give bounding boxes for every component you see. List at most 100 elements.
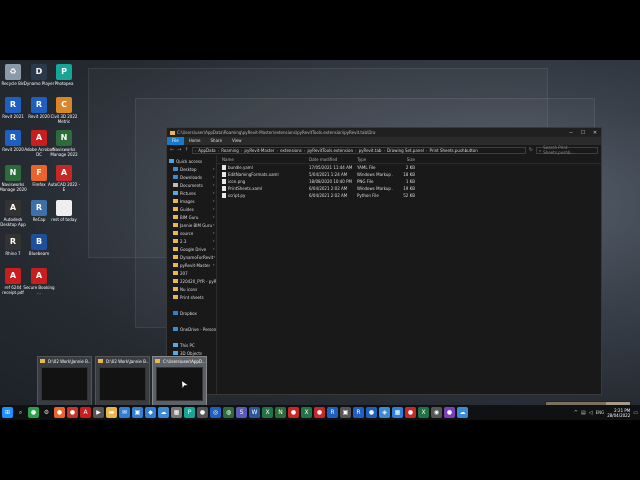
breadcrumb-separator-icon[interactable]: › <box>355 148 357 153</box>
app-icon[interactable]: N <box>275 407 286 418</box>
file-list[interactable]: Name Date modified Type Size bundle.yaml… <box>217 155 601 394</box>
breadcrumb-separator-icon[interactable]: › <box>277 148 279 153</box>
file-explorer-icon[interactable]: ▬ <box>106 407 117 418</box>
nav-item[interactable]: Desktop ✦ <box>167 165 216 173</box>
app-icon[interactable]: ● <box>67 407 78 418</box>
nav-item[interactable]: Downloads ✦ <box>167 173 216 181</box>
app-icon[interactable]: ◍ <box>223 407 234 418</box>
breadcrumb-item[interactable]: AppData <box>198 148 215 153</box>
nav-item[interactable]: 220420_PYR - pyRe <box>167 277 216 285</box>
refresh-icon[interactable]: ↻ <box>529 147 533 153</box>
breadcrumb-item[interactable]: pyRevit.tab <box>359 148 382 153</box>
search-icon[interactable]: ⌕ <box>15 407 26 418</box>
column-name[interactable]: Name <box>217 157 305 162</box>
breadcrumb-item[interactable]: Print Sheets.pushbutton <box>430 148 478 153</box>
file-row[interactable]: EditNamingFormats.xaml 5/04/2021 1:24 AM W… <box>217 171 601 178</box>
app-icon[interactable]: ● <box>405 407 416 418</box>
file-explorer-window[interactable]: C:\Users\user\AppData\Roaming\pyRevit-Ma… <box>166 127 602 395</box>
app-icon[interactable]: R <box>327 407 338 418</box>
nav-item[interactable]: Pictures ✦ <box>167 189 216 197</box>
word-icon[interactable]: W <box>249 407 260 418</box>
app-icon[interactable]: ▣ <box>132 407 143 418</box>
desktop-shortcut[interactable]: rest of today <box>47 200 81 222</box>
app-icon[interactable]: P <box>184 407 195 418</box>
nav-item[interactable]: Documents ✦ <box>167 181 216 189</box>
app-icon[interactable]: S <box>236 407 247 418</box>
minimize-icon[interactable]: ─ <box>565 130 577 136</box>
nav-item[interactable]: 2.3 ✦ <box>167 237 216 245</box>
nav-item[interactable]: DynamoForRevit ✦ <box>167 253 216 261</box>
nav-item[interactable]: OneDrive - Personal <box>167 325 216 333</box>
desktop-shortcut[interactable]: N Navisworks Manage 2022 <box>47 130 81 157</box>
forward-icon[interactable]: → <box>177 147 181 153</box>
nav-item[interactable]: Google Drive ✦ <box>167 245 216 253</box>
desktop-shortcut[interactable]: A AutoCAD 2022 - E <box>47 165 81 192</box>
mail-icon[interactable]: ✉ <box>119 407 130 418</box>
app-icon[interactable]: ● <box>366 407 377 418</box>
breadcrumb[interactable]: › AppData › Roaming › pyRevit-Master › extensio… <box>191 146 526 154</box>
column-date-modified[interactable]: Date modified <box>305 157 353 162</box>
app-icon[interactable]: ☁ <box>457 407 468 418</box>
tab-view[interactable]: View <box>227 137 247 145</box>
window-thumbnail[interactable]: D:\02 Work\Jannie B... <box>37 356 92 406</box>
app-icon[interactable]: ● <box>314 407 325 418</box>
breadcrumb-separator-icon[interactable]: › <box>195 148 197 153</box>
breadcrumb-separator-icon[interactable]: › <box>383 148 385 153</box>
desktop-shortcut[interactable]: C Civil 3D 2022 Metric <box>47 97 81 124</box>
breadcrumb-separator-icon[interactable]: › <box>426 148 428 153</box>
settings-icon[interactable]: ⚙ <box>41 407 52 418</box>
nav-item[interactable]: source ✦ <box>167 229 216 237</box>
app-icon[interactable]: R <box>353 407 364 418</box>
notification-icon[interactable]: ▭ <box>633 410 638 416</box>
tab-home[interactable]: Home <box>184 137 206 145</box>
media-icon[interactable]: ▶ <box>93 407 104 418</box>
file-row[interactable]: PrintSheets.xaml 6/04/2021 2:02 AM Windows… <box>217 185 601 192</box>
tab-share[interactable]: Share <box>206 137 228 145</box>
language-indicator[interactable]: ENG <box>596 410 605 415</box>
breadcrumb-separator-icon[interactable]: › <box>241 148 243 153</box>
column-type[interactable]: Type <box>353 157 393 162</box>
close-icon[interactable]: ✕ <box>589 130 601 136</box>
app-icon[interactable]: ▦ <box>392 407 403 418</box>
app-icon[interactable]: ● <box>197 407 208 418</box>
file-row[interactable]: script.py 6/04/2021 2:02 AM Python File 52 … <box>217 192 601 199</box>
app-icon[interactable]: X <box>301 407 312 418</box>
app-icon[interactable]: ● <box>444 407 455 418</box>
app-icon[interactable]: ◉ <box>431 407 442 418</box>
nav-item[interactable]: This PC <box>167 341 216 349</box>
breadcrumb-separator-icon[interactable]: › <box>304 148 306 153</box>
app-icon[interactable]: X <box>418 407 429 418</box>
start-icon[interactable]: ⊞ <box>2 407 13 418</box>
app-icon[interactable]: ◆ <box>145 407 156 418</box>
breadcrumb-item[interactable]: Drawing Set.panel <box>387 148 424 153</box>
acrobat-icon[interactable]: A <box>80 407 91 418</box>
nav-item[interactable]: Guides ✦ <box>167 205 216 213</box>
breadcrumb-item[interactable]: Roaming <box>221 148 239 153</box>
network-icon[interactable]: ▤ <box>581 410 586 416</box>
chevron-up-icon[interactable]: ^ <box>574 410 578 416</box>
maximize-icon[interactable]: ☐ <box>577 130 589 136</box>
tab-file[interactable]: File <box>167 137 184 145</box>
back-icon[interactable]: ← <box>170 147 174 153</box>
column-size[interactable]: Size <box>393 157 419 162</box>
app-icon[interactable]: ☁ <box>158 407 169 418</box>
file-row[interactable]: icon.png 18/08/2020 10:40 PM PNG File 1 KB <box>217 178 601 185</box>
firefox-icon[interactable]: ● <box>54 407 65 418</box>
search-input[interactable]: ⌕ Search Print Sheets.pushb... <box>536 145 598 155</box>
title-bar[interactable]: C:\Users\user\AppData\Roaming\pyRevit-Ma… <box>167 128 601 137</box>
nav-item[interactable]: Images ✦ <box>167 197 216 205</box>
nav-item[interactable]: 207 <box>167 269 216 277</box>
chrome-icon[interactable]: ● <box>28 407 39 418</box>
breadcrumb-separator-icon[interactable]: › <box>218 148 220 153</box>
nav-item[interactable]: Jannie BIM Guru ✦ <box>167 221 216 229</box>
nav-item[interactable]: pyRevit-Master ✦ <box>167 261 216 269</box>
breadcrumb-item[interactable]: extensions <box>280 148 302 153</box>
app-icon[interactable]: ◎ <box>210 407 221 418</box>
nav-item[interactable]: Nu icons <box>167 285 216 293</box>
desktop-shortcut[interactable]: A Secure Booking ... <box>22 268 56 295</box>
nav-item[interactable]: Dropbox <box>167 309 216 317</box>
up-icon[interactable]: ↑ <box>184 147 188 153</box>
app-icon[interactable]: ◈ <box>379 407 390 418</box>
clock[interactable]: 2:21 PM 28/04/2022 <box>607 408 630 418</box>
nav-item[interactable]: Print sheets <box>167 293 216 301</box>
